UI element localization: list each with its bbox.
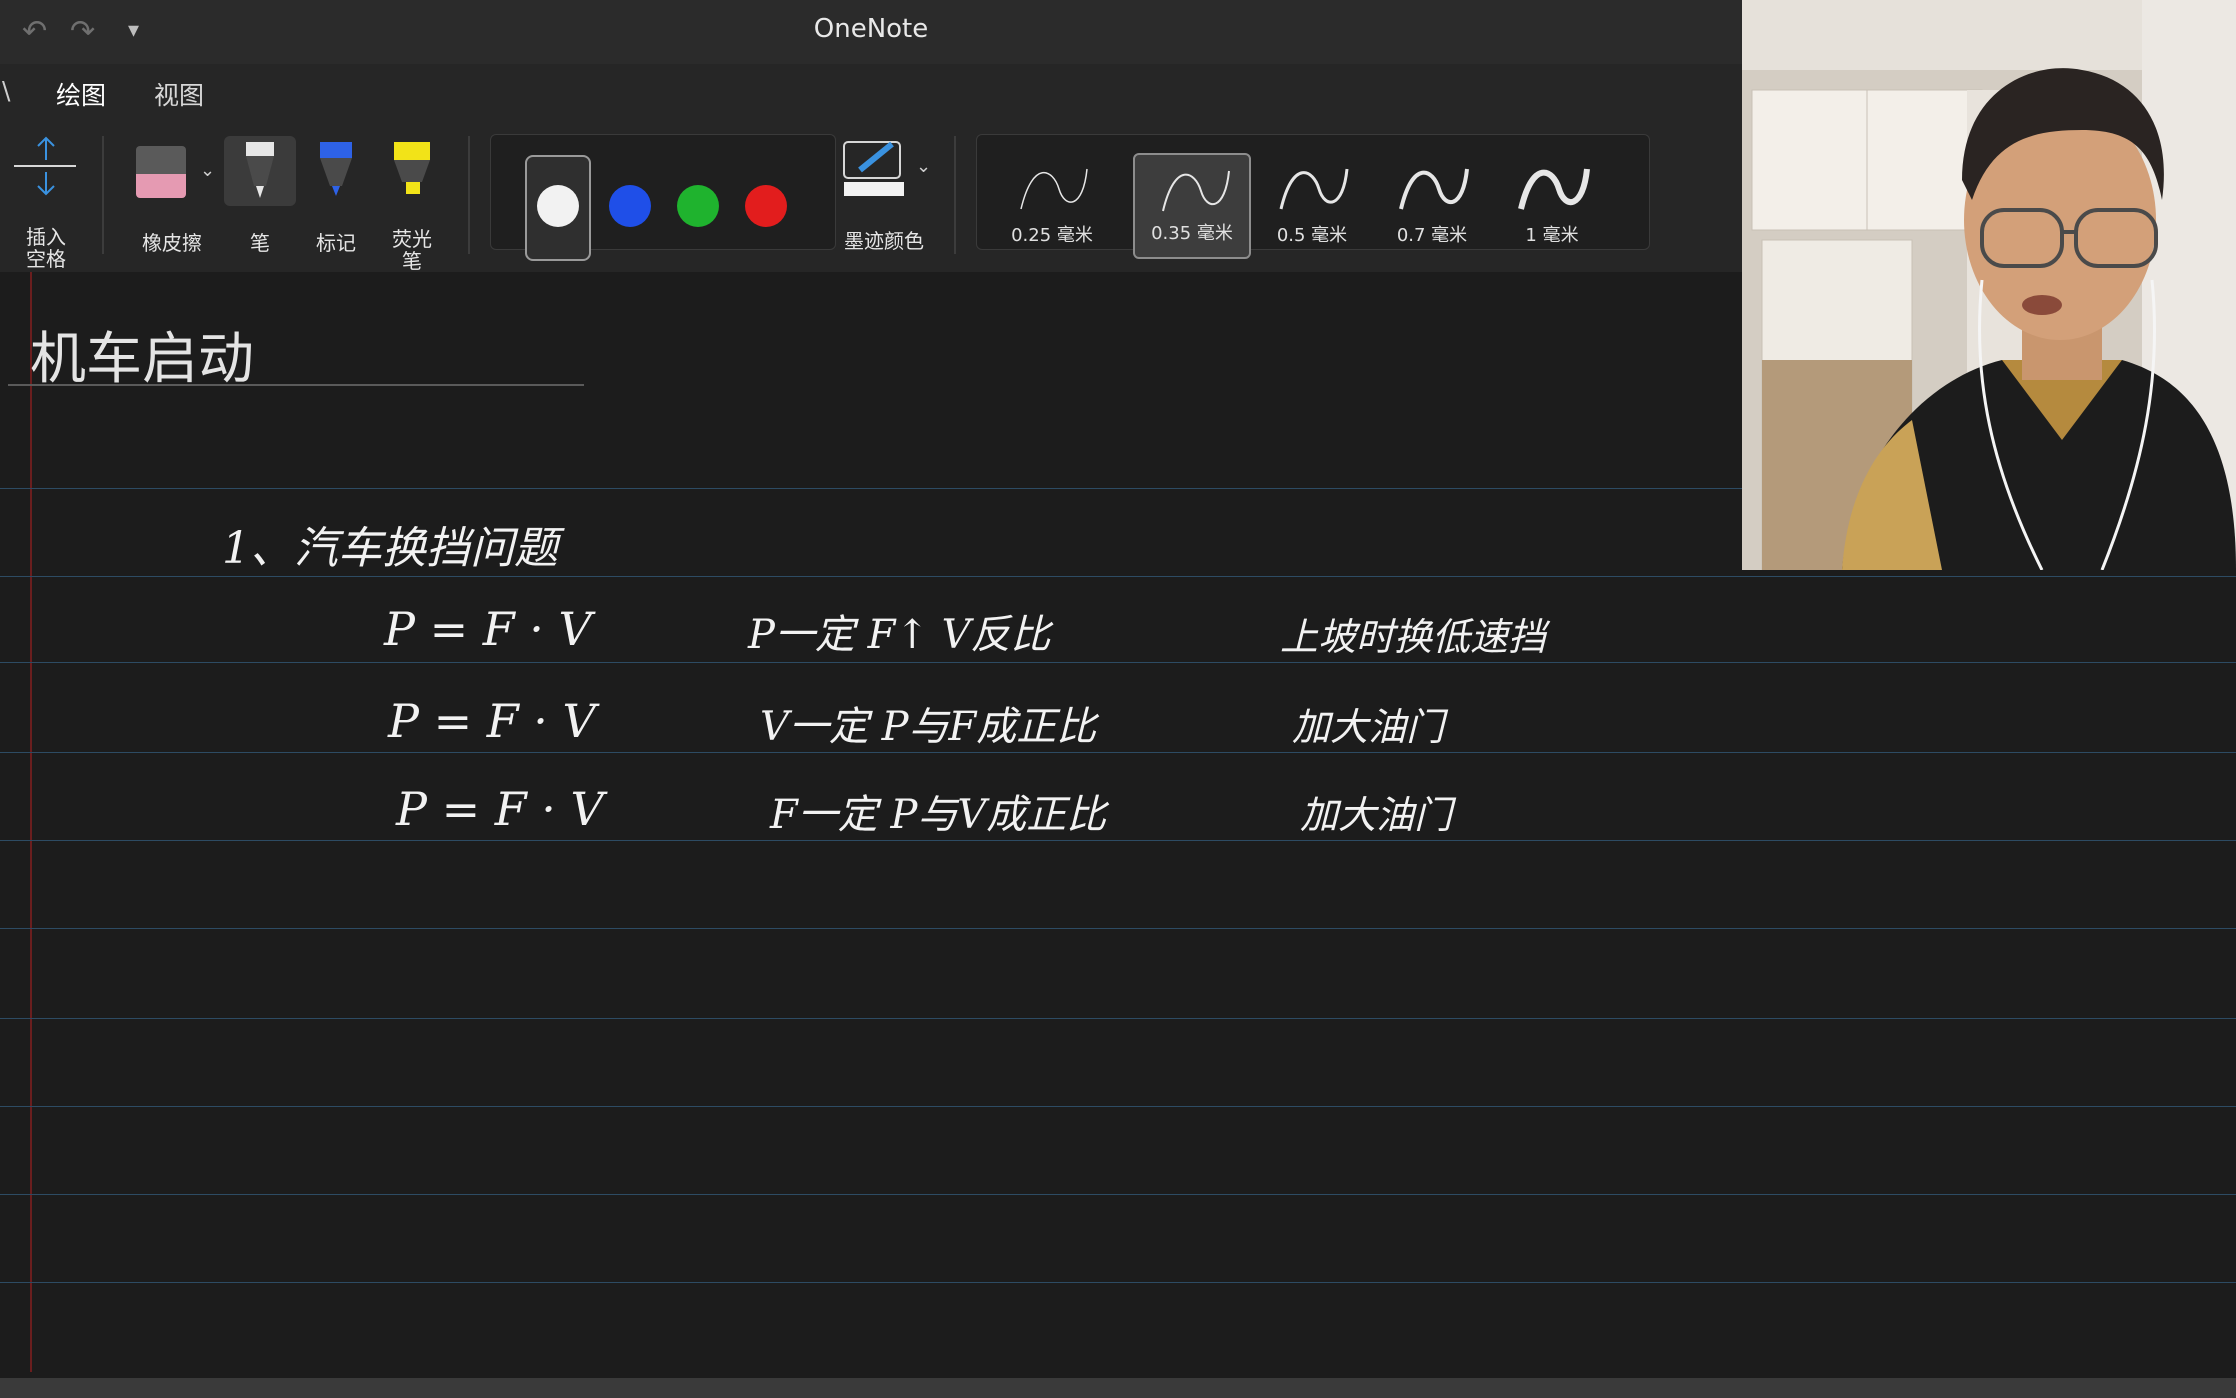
ink-color-pen-icon	[843, 141, 904, 196]
ruled-line	[0, 1194, 2236, 1195]
thickness-option-1[interactable]: 1 毫米	[1493, 153, 1611, 259]
page-margin-line	[30, 272, 32, 1372]
tab-overflow-icon[interactable]: \	[2, 76, 10, 105]
ink-note[interactable]: 上坡时换低速挡	[1280, 606, 1546, 661]
toolbar-divider	[954, 136, 956, 254]
draw-toolbar: 插入 空格 ⌄ 橡皮擦 笔 标记 荧光 笔 ⌄ 墨迹颜色 0.25 毫米 0.3…	[0, 120, 1742, 273]
ink-heading[interactable]: 1、汽车换挡问题	[222, 512, 558, 576]
ink-color-button[interactable]: ⌄ 墨迹颜色	[836, 138, 936, 262]
pen-icon	[246, 142, 274, 198]
stroke-thick-icon	[1399, 168, 1469, 210]
ruled-line	[0, 488, 1742, 489]
ink-condition[interactable]: F一定 P与V成正比	[770, 782, 1106, 840]
pen-label: 笔	[250, 231, 270, 255]
insert-space-icon	[14, 136, 76, 196]
ruled-line	[0, 928, 2236, 929]
ink-formula[interactable]: P = F · V	[384, 602, 592, 656]
page-title-underline	[8, 384, 584, 386]
thickness-option-025[interactable]: 0.25 毫米	[993, 153, 1111, 259]
color-palette	[490, 134, 836, 261]
marker-icon	[320, 142, 352, 196]
page-title[interactable]: 机车启动	[30, 314, 254, 395]
eraser-button[interactable]: ⌄ 橡皮擦	[128, 138, 224, 258]
ruled-line	[0, 1018, 2236, 1019]
ink-color-label: 墨迹颜色	[844, 229, 924, 253]
eraser-label: 橡皮擦	[142, 231, 202, 255]
eraser-dropdown-icon[interactable]: ⌄	[200, 160, 215, 181]
thickness-label: 0.7 毫米	[1396, 225, 1468, 246]
thickness-label: 0.35 毫米	[1151, 223, 1233, 244]
ink-condition[interactable]: P一定 F↑ V反比	[748, 602, 1051, 660]
window-title: OneNote	[0, 14, 1742, 44]
toolbar-divider	[468, 136, 470, 254]
ruled-line	[0, 662, 2236, 663]
eraser-icon	[136, 146, 186, 198]
ruled-line	[0, 576, 2236, 577]
marker-label: 标记	[316, 231, 356, 255]
thickness-label: 1 毫米	[1525, 225, 1579, 246]
ruled-line	[0, 752, 2236, 753]
ink-note[interactable]: 加大油门	[1300, 784, 1452, 839]
thickness-option-035[interactable]: 0.35 毫米	[1133, 153, 1251, 259]
window-title-text: OneNote	[813, 14, 929, 44]
color-blue-swatch[interactable]	[609, 185, 651, 227]
stroke-thin-icon	[1020, 168, 1088, 210]
marker-button[interactable]: 标记	[304, 136, 368, 260]
stroke-thin-icon	[1162, 170, 1230, 212]
thickness-option-07[interactable]: 0.7 毫米	[1373, 153, 1491, 259]
thickness-option-05[interactable]: 0.5 毫米	[1253, 153, 1371, 259]
ruled-line	[0, 1106, 2236, 1107]
highlighter-button[interactable]: 荧光 笔	[380, 136, 444, 272]
tab-view[interactable]: 视图	[154, 76, 204, 112]
ink-note[interactable]: 加大油门	[1292, 696, 1444, 751]
ink-color-dropdown-icon[interactable]: ⌄	[916, 156, 931, 177]
ribbon-tabs: \ 绘图 视图	[0, 64, 1742, 126]
ruled-line	[0, 1282, 2236, 1283]
webcam-feed	[1742, 0, 2236, 570]
insert-space-label: 插入 空格	[26, 225, 66, 271]
thickness-palette: 0.25 毫米 0.35 毫米 0.5 毫米 0.7 毫米 1 毫米	[976, 134, 1650, 259]
color-red-swatch[interactable]	[745, 185, 787, 227]
webcam-image	[1742, 0, 2236, 570]
color-white-swatch[interactable]	[537, 185, 579, 227]
stroke-medium-icon	[1279, 168, 1349, 210]
ink-condition[interactable]: V一定 P与F成正比	[760, 694, 1096, 752]
toolbar-divider	[102, 136, 104, 254]
ruled-line	[0, 840, 2236, 841]
insert-space-button[interactable]: 插入 空格	[10, 134, 82, 270]
ink-formula[interactable]: P = F · V	[388, 694, 596, 748]
stroke-thickest-icon	[1518, 168, 1590, 210]
tab-draw[interactable]: 绘图	[56, 76, 107, 126]
color-green-swatch[interactable]	[677, 185, 719, 227]
pen-button[interactable]: 笔	[224, 136, 296, 260]
ink-formula[interactable]: P = F · V	[396, 782, 604, 836]
highlighter-icon	[394, 142, 430, 194]
thickness-label: 0.25 毫米	[1011, 225, 1093, 246]
highlighter-label: 荧光 笔	[392, 227, 432, 273]
horizontal-scrollbar[interactable]	[0, 1378, 2236, 1398]
thickness-label: 0.5 毫米	[1276, 225, 1348, 246]
